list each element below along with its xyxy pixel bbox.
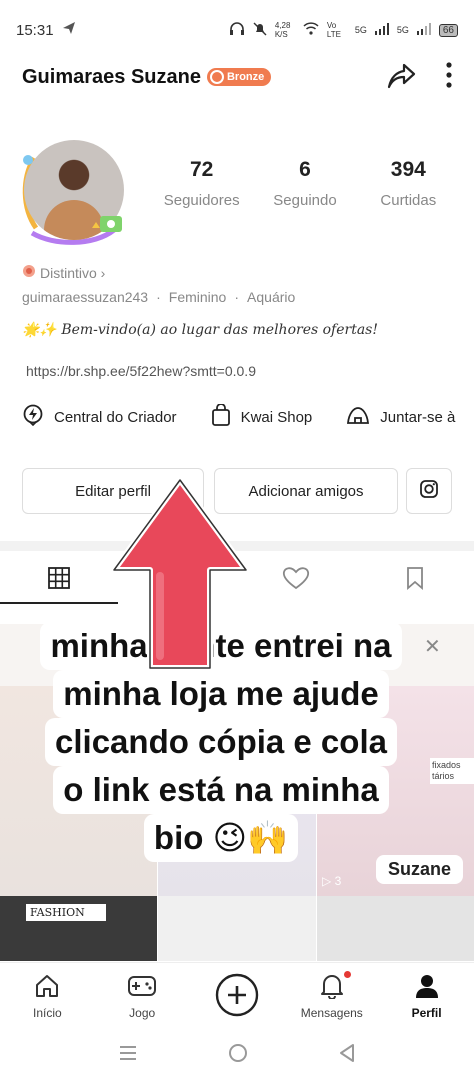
- distintivo-link[interactable]: Distintivo ›: [22, 264, 105, 281]
- caption-line: clicando cópia e cola: [45, 718, 397, 766]
- meta-separator: ·: [234, 289, 240, 305]
- red-arrow-icon: [111, 477, 249, 671]
- home-icon: [34, 973, 60, 1002]
- bio-welcome: 🌟✨ Bem-vindo(a) ao lugar das melhores of…: [22, 322, 378, 338]
- gender: Feminino: [168, 289, 227, 305]
- video-thumbnail[interactable]: FASHION: [0, 896, 157, 961]
- video-thumbnail[interactable]: [317, 896, 474, 961]
- bio-link[interactable]: https://br.shp.ee/5f22hew?smtt=0.0.9: [26, 363, 256, 379]
- game-controller-icon: [127, 973, 157, 1002]
- quick-link-label: Juntar-se à: [380, 408, 456, 426]
- nav-messages-label: Mensagens: [300, 1006, 363, 1020]
- wifi-icon: [303, 22, 319, 38]
- send-icon: [62, 21, 76, 39]
- fashion-book-text: FASHION: [26, 904, 106, 921]
- meta-separator: ·: [156, 289, 161, 305]
- username: guimaraessuzan243: [22, 289, 149, 305]
- followers-count: 72: [189, 158, 214, 181]
- caption-line: o link está na minha: [53, 766, 389, 814]
- followers-label: Seguidores: [163, 192, 240, 209]
- stat-likes[interactable]: 394 Curtidas: [357, 158, 460, 209]
- likes-count: 394: [390, 158, 426, 181]
- grid-icon: [47, 566, 71, 595]
- system-nav-bar: [0, 1030, 474, 1080]
- active-tab-indicator: [0, 602, 118, 604]
- heart-icon: [282, 566, 310, 595]
- quick-link-join[interactable]: Juntar-se à: [346, 404, 455, 430]
- tab-grid[interactable]: [0, 556, 119, 604]
- quick-link-creator[interactable]: Central do Criador: [22, 404, 177, 430]
- volte-text: Vo LTE: [326, 21, 341, 39]
- speed-text: 4,28 K/S: [274, 21, 291, 39]
- back-icon[interactable]: [338, 1043, 356, 1068]
- signal-icon-2: [416, 22, 431, 38]
- profile-name: Guimaraes Suzane: [22, 65, 201, 88]
- nav-home[interactable]: Início: [0, 963, 95, 1030]
- video-thumbnail[interactable]: [158, 896, 316, 961]
- likes-label: Curtidas: [380, 192, 437, 209]
- nav-profile-label: Perfil: [411, 1006, 442, 1020]
- network-5g-2: 5G: [396, 25, 409, 35]
- headphones-icon: [229, 21, 245, 39]
- play-count: ▷ 3: [322, 874, 341, 888]
- instagram-icon: [419, 479, 439, 503]
- recents-icon[interactable]: [118, 1044, 138, 1067]
- following-count: 6: [299, 158, 311, 181]
- caption-line: bio 😉🙌: [143, 814, 299, 862]
- nav-create[interactable]: [190, 963, 285, 1030]
- caption-line: minha loja me ajude: [53, 670, 389, 718]
- nav-profile[interactable]: Perfil: [379, 963, 474, 1030]
- stat-following[interactable]: 6 Seguindo: [253, 158, 356, 209]
- nav-game[interactable]: Jogo: [95, 963, 190, 1030]
- home-button-icon[interactable]: [228, 1043, 248, 1068]
- quick-link-label: Kwai Shop: [240, 408, 313, 426]
- status-time: 15:31: [16, 21, 54, 39]
- profile-icon: [414, 973, 440, 1002]
- more-menu-icon[interactable]: [446, 61, 452, 93]
- tent-icon: [346, 405, 370, 429]
- battery-icon: 66: [438, 23, 458, 37]
- bell-icon: [319, 971, 351, 1002]
- bottom-nav: Início Jogo Mensagens Perfil: [0, 962, 474, 1030]
- profile-meta: guimaraessuzan243 · Feminino · Aquário: [22, 289, 295, 305]
- zodiac-sign: Aquário: [247, 289, 296, 305]
- bronze-badge[interactable]: Bronze: [206, 68, 272, 86]
- plus-circle-icon: [215, 973, 259, 1020]
- tab-saved[interactable]: [356, 556, 474, 604]
- play-count-value: 3: [334, 874, 342, 888]
- status-icons: 4,28 K/S Vo LTE 5G 5G 66: [229, 21, 458, 39]
- badge-label: Bronze: [226, 71, 265, 83]
- creator-bolt-icon: [22, 404, 44, 430]
- share-icon[interactable]: [386, 61, 416, 94]
- quick-link-label: Central do Criador: [54, 408, 177, 426]
- network-5g-1: 5G: [354, 25, 367, 35]
- play-icon: ▷: [322, 874, 332, 888]
- pinned-tag: fixados tários: [430, 758, 474, 784]
- quick-links: Central do Criador Kwai Shop Juntar-se à: [22, 403, 455, 430]
- avatar-frame[interactable]: [14, 138, 134, 248]
- following-label: Seguindo: [273, 192, 337, 209]
- badge-medal-icon: [209, 70, 224, 84]
- distintivo-icon: [22, 264, 36, 281]
- instagram-button[interactable]: [406, 468, 452, 514]
- notification-dot: [343, 971, 351, 978]
- nav-game-label: Jogo: [129, 1006, 156, 1020]
- stat-followers[interactable]: 72 Seguidores: [150, 158, 253, 209]
- bookmark-icon: [405, 566, 425, 595]
- status-bar: 15:31 4,28 K/S Vo LTE 5G 5G 66: [0, 0, 474, 60]
- quick-link-kwai-shop[interactable]: Kwai Shop: [211, 403, 313, 430]
- profile-stats: 72 Seguidores 6 Seguindo 394 Curtidas: [150, 158, 460, 209]
- signal-icon: [374, 22, 389, 38]
- shopping-bag-icon: [211, 403, 231, 430]
- nav-messages[interactable]: Mensagens: [284, 963, 379, 1030]
- nav-home-label: Início: [33, 1006, 62, 1020]
- profile-header: Guimaraes Suzane Bronze: [0, 56, 474, 98]
- distintivo-label: Distintivo ›: [40, 264, 106, 281]
- tab-liked[interactable]: [237, 556, 356, 604]
- mute-icon: [253, 22, 267, 39]
